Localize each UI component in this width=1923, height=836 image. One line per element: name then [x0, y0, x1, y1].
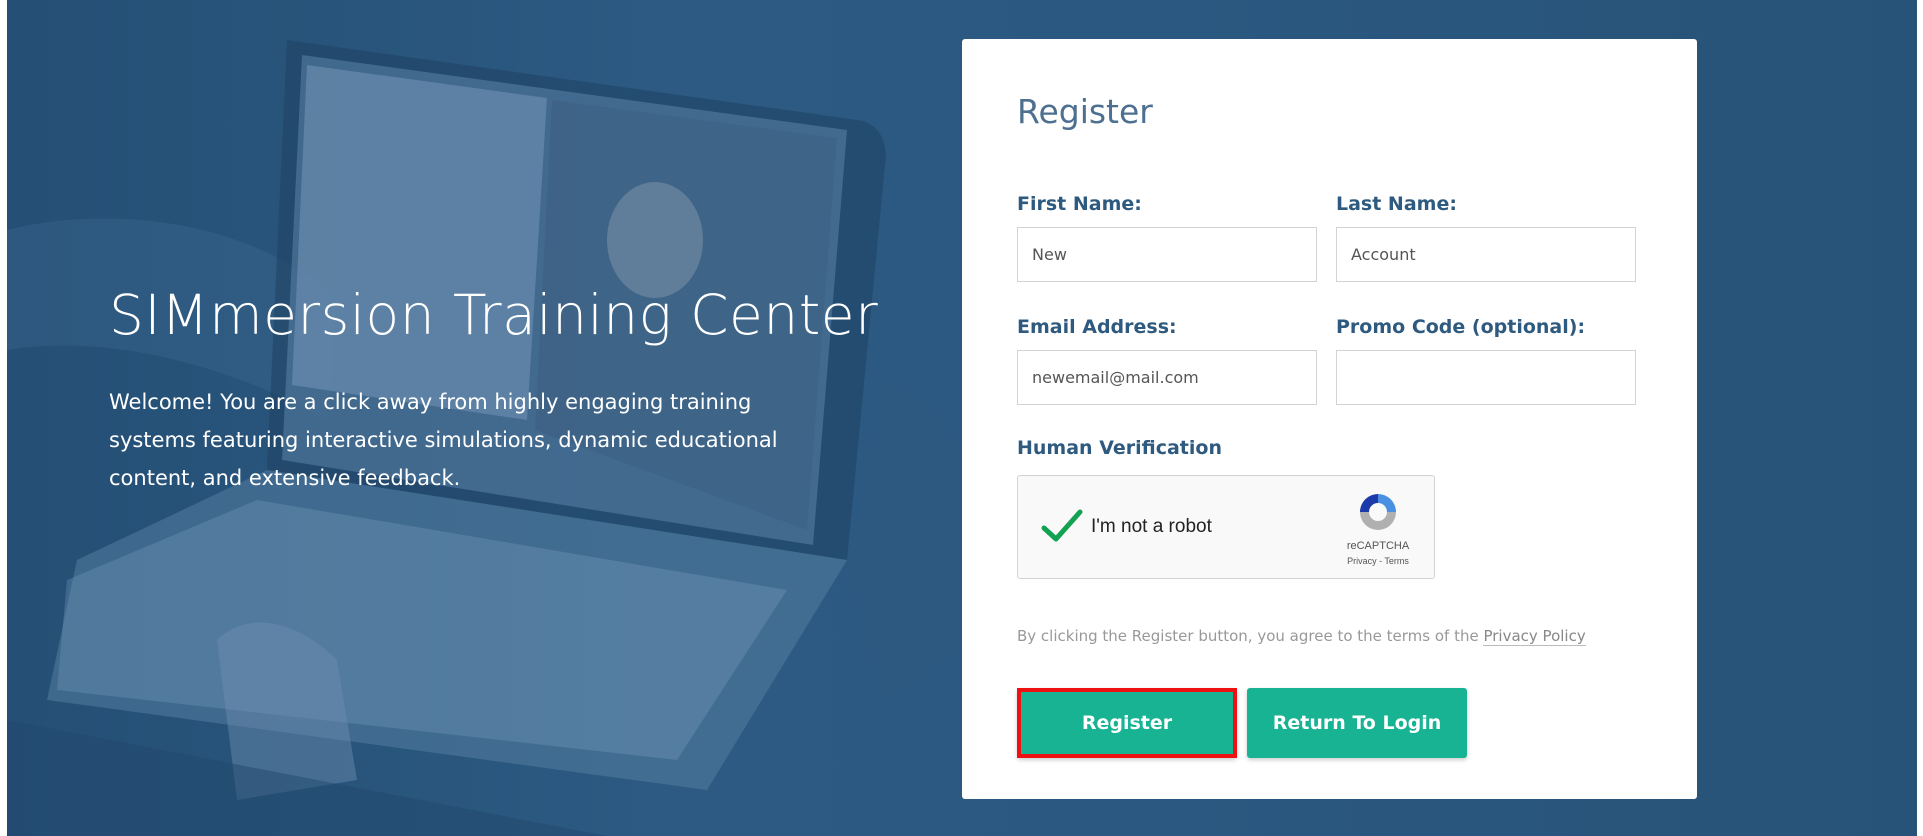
register-title: Register	[1017, 92, 1153, 131]
email-input[interactable]	[1017, 350, 1317, 405]
recaptcha-logo-icon	[1360, 494, 1396, 530]
register-card: Register First Name: Last Name: Email Ad…	[962, 39, 1697, 799]
last-name-label: Last Name:	[1336, 193, 1457, 215]
promo-code-input[interactable]	[1336, 350, 1636, 405]
page-background: SIMmersion Training Center Welcome! You …	[7, 0, 1917, 836]
register-button[interactable]: Register	[1017, 688, 1237, 758]
checkmark-icon[interactable]	[1040, 504, 1084, 548]
welcome-text: Welcome! You are a click away from highl…	[109, 390, 778, 490]
human-verification-label: Human Verification	[1017, 437, 1222, 459]
recaptcha-widget: I'm not a robot reCAPTCHA Privacy - Term…	[1017, 475, 1435, 579]
first-name-label: First Name:	[1017, 193, 1142, 215]
return-to-login-button[interactable]: Return To Login	[1247, 688, 1467, 758]
site-title: SIMmersion Training Center	[109, 283, 879, 347]
last-name-input[interactable]	[1336, 227, 1636, 282]
recaptcha-brand: reCAPTCHA	[1346, 540, 1410, 552]
terms-notice: By clicking the Register button, you agr…	[1017, 627, 1586, 646]
promo-code-label: Promo Code (optional):	[1336, 316, 1586, 338]
first-name-input[interactable]	[1017, 227, 1317, 282]
recaptcha-privacy-terms-link[interactable]: Privacy - Terms	[1336, 556, 1420, 566]
terms-text: By clicking the Register button, you agr…	[1017, 627, 1484, 645]
privacy-policy-link[interactable]: Privacy Policy	[1483, 627, 1586, 646]
email-label: Email Address:	[1017, 316, 1177, 338]
captcha-label: I'm not a robot	[1091, 516, 1212, 537]
